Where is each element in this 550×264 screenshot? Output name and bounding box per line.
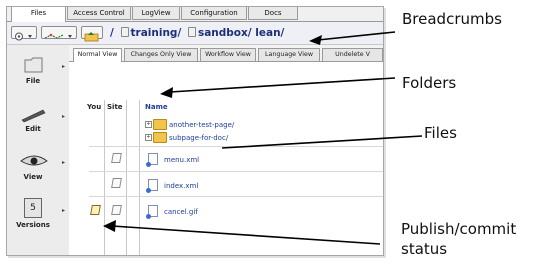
status-icon xyxy=(111,153,122,163)
callout-folders: Folders xyxy=(402,74,457,92)
callout-files: Files xyxy=(424,124,457,142)
expand-icon[interactable]: + xyxy=(145,134,152,141)
breadcrumb: / training/ sandbox/ lean/ xyxy=(110,25,284,41)
sidebar: File ▸ Edit ▸ View ▸ 5 Versions ▸ xyxy=(7,45,70,255)
sidebar-item-versions[interactable]: 5 Versions ▸ xyxy=(7,193,69,239)
workflow-dropdown-button[interactable] xyxy=(41,26,77,39)
file-listing: You Site Name + another-test-page/ + sub… xyxy=(69,62,383,255)
sidebar-item-file[interactable]: File ▸ xyxy=(7,49,69,95)
file-icon xyxy=(146,205,158,219)
folder-icon xyxy=(24,57,43,73)
file-icon xyxy=(146,179,158,193)
chevron-right-icon: ▸ xyxy=(62,207,66,214)
breadcrumb-item-sandbox[interactable]: sandbox/ xyxy=(198,27,252,39)
list-item[interactable]: another-test-page/ xyxy=(169,121,234,129)
row-divider xyxy=(89,171,383,172)
expand-icon[interactable]: + xyxy=(145,121,152,128)
column-header-you[interactable]: You xyxy=(87,103,101,111)
list-item[interactable]: cancel.gif xyxy=(164,208,198,216)
toolbar: / training/ sandbox/ lean/ xyxy=(7,22,383,45)
chevron-right-icon: ▸ xyxy=(62,63,66,70)
column-header-site[interactable]: Site xyxy=(107,103,123,111)
row-divider xyxy=(89,196,383,197)
column-divider xyxy=(104,100,105,255)
lock-icon xyxy=(120,27,129,37)
list-item[interactable]: subpage-for-doc/ xyxy=(169,134,228,142)
tab-docs[interactable]: Docs xyxy=(248,7,298,20)
callout-publish-status-line2: status xyxy=(401,240,448,258)
eye-icon xyxy=(20,155,48,166)
options-dropdown-button[interactable] xyxy=(11,26,37,41)
row-divider xyxy=(89,146,383,147)
tab-normal-view[interactable]: Normal View xyxy=(73,48,122,62)
chevron-right-icon: ▸ xyxy=(62,113,66,120)
sidebar-item-label: Edit xyxy=(25,125,41,133)
status-icon xyxy=(111,178,122,188)
status-icon xyxy=(111,205,122,215)
tab-changes-only-view[interactable]: Changes Only View xyxy=(124,48,198,61)
folder-up-icon xyxy=(84,32,99,42)
view-tab-bar: Normal View Changes Only View Workflow V… xyxy=(69,45,383,62)
list-item[interactable]: menu.xml xyxy=(164,156,199,164)
tab-files[interactable]: Files xyxy=(11,7,66,22)
file-icon xyxy=(146,153,158,167)
sidebar-item-label: View xyxy=(23,173,43,181)
column-divider xyxy=(139,100,140,255)
column-divider xyxy=(126,100,127,255)
tree-icon xyxy=(44,33,72,39)
top-tab-bar: Files Access Control LogView Configurati… xyxy=(7,7,383,22)
pen-icon xyxy=(21,109,46,123)
gear-icon xyxy=(15,32,32,41)
tab-undelete-view[interactable]: Undelete V xyxy=(322,48,383,61)
callout-publish-status: Publish/commit xyxy=(401,220,517,238)
sidebar-item-label: Versions xyxy=(16,221,50,229)
tab-workflow-view[interactable]: Workflow View xyxy=(200,48,256,61)
app-window: Files Access Control LogView Configurati… xyxy=(6,6,384,256)
tab-configuration[interactable]: Configuration xyxy=(181,7,247,20)
versions-icon: 5 xyxy=(24,198,42,218)
tab-logview[interactable]: LogView xyxy=(132,7,180,20)
callout-breadcrumbs: Breadcrumbs xyxy=(402,10,502,28)
up-folder-button[interactable] xyxy=(81,26,103,42)
tab-access-control[interactable]: Access Control xyxy=(67,7,131,20)
folder-icon xyxy=(153,132,167,143)
sidebar-item-edit[interactable]: Edit ▸ xyxy=(7,99,69,145)
breadcrumb-item-lean[interactable]: lean/ xyxy=(255,27,284,39)
lock-icon xyxy=(187,27,196,37)
column-header-name[interactable]: Name xyxy=(145,103,168,111)
sidebar-item-view[interactable]: View ▸ xyxy=(7,145,69,191)
breadcrumb-item-training[interactable]: training/ xyxy=(131,27,182,39)
sidebar-item-label: File xyxy=(25,77,41,85)
list-item[interactable]: index.xml xyxy=(164,182,198,190)
chevron-right-icon: ▸ xyxy=(62,159,66,166)
publish-status-icon xyxy=(90,205,101,215)
breadcrumb-root[interactable]: / xyxy=(110,27,114,39)
tab-language-view[interactable]: Language View xyxy=(258,48,320,61)
folder-icon xyxy=(153,119,167,130)
